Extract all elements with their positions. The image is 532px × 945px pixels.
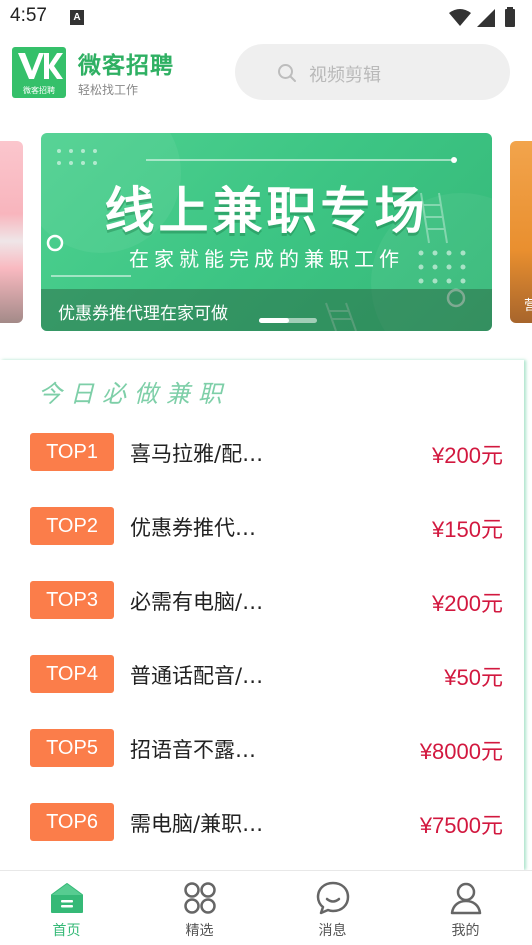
job-price: ¥150元 — [432, 517, 503, 542]
banner-prev-slide[interactable] — [0, 141, 23, 323]
job-price: ¥200元 — [432, 443, 503, 468]
grid-icon — [184, 882, 216, 914]
nav-messages[interactable]: 消息 — [266, 871, 399, 945]
job-row[interactable]: TOP4 普通话配音/… ¥50元 — [0, 642, 524, 716]
banner-title: 线上兼职专场 — [104, 182, 429, 240]
chat-icon — [316, 881, 350, 915]
app-logo: 微客招聘 — [12, 47, 66, 98]
app-screen: 4:57 A 微客招聘 微客招聘 轻松找工作 视频剪辑 线上兼职专场 在家就能完… — [0, 0, 532, 945]
next-slide-peek-text: 营 — [524, 298, 532, 314]
banner-slide[interactable]: 线上兼职专场 在家就能完成的兼职工作 优惠券推代理在家可做 — [41, 133, 492, 331]
rank-badge: TOP4 — [30, 655, 114, 693]
job-row[interactable]: TOP1 喜马拉雅/配… ¥200元 — [0, 420, 524, 494]
hot-jobs-section: 今日必做兼职 TOP1 喜马拉雅/配… ¥200元 TOP2 优惠券推代… ¥1… — [0, 360, 524, 870]
nav-home-label: 首页 — [52, 923, 81, 939]
job-title: 普通话配音/… — [130, 664, 264, 688]
battery-icon — [505, 9, 515, 27]
vk-logo-icon — [18, 53, 63, 79]
nav-home[interactable]: 首页 — [0, 871, 133, 945]
nav-featured[interactable]: 精选 — [133, 871, 266, 945]
section-title: 今日必做兼职 — [38, 380, 230, 408]
status-time: 4:57 — [10, 5, 47, 26]
job-title: 招语音不露… — [130, 738, 256, 762]
job-price: ¥200元 — [432, 591, 503, 616]
search-input[interactable]: 视频剪辑 — [235, 44, 510, 100]
job-title: 需电脑/兼职… — [130, 812, 264, 836]
job-row[interactable]: TOP6 需电脑/兼职… ¥7500元 — [0, 790, 524, 864]
app-title: 微客招聘 — [78, 53, 174, 79]
wifi-icon — [449, 9, 471, 26]
job-row[interactable]: TOP2 优惠券推代… ¥150元 — [0, 494, 524, 568]
signal-icon — [477, 9, 495, 27]
job-price: ¥7500元 — [419, 813, 503, 838]
job-title: 喜马拉雅/配… — [130, 442, 264, 466]
app-subtitle: 轻松找工作 — [78, 83, 139, 97]
banner-caption: 优惠券推代理在家可做 — [58, 304, 228, 324]
rank-badge: TOP2 — [30, 507, 114, 545]
nav-profile[interactable]: 我的 — [399, 871, 532, 945]
job-title: 必需有电脑/… — [130, 590, 264, 614]
status-icons — [449, 7, 515, 27]
search-placeholder: 视频剪辑 — [309, 65, 381, 86]
bottom-nav: 首页 精选 消息 我的 — [0, 870, 532, 945]
nav-profile-label: 我的 — [451, 923, 480, 939]
job-price: ¥50元 — [444, 665, 503, 690]
rank-badge: TOP5 — [30, 729, 114, 767]
rank-badge: TOP6 — [30, 803, 114, 841]
banner-carousel[interactable]: 线上兼职专场 在家就能完成的兼职工作 优惠券推代理在家可做 营 — [0, 133, 532, 333]
banner-subtitle: 在家就能完成的兼职工作 — [129, 247, 404, 271]
status-bar: 4:57 A — [0, 0, 532, 36]
nav-featured-label: 精选 — [185, 923, 214, 939]
logo-caption: 微客招聘 — [23, 86, 55, 95]
carousel-indicator-active — [259, 318, 289, 323]
banner-caption-bar: 优惠券推代理在家可做 — [41, 289, 492, 331]
job-price: ¥8000元 — [419, 739, 503, 764]
search-icon — [278, 64, 296, 82]
nav-messages-label: 消息 — [318, 923, 347, 939]
home-icon — [51, 883, 83, 913]
app-header: 微客招聘 微客招聘 轻松找工作 视频剪辑 — [0, 36, 532, 116]
banner-next-slide[interactable]: 营 — [510, 141, 532, 323]
rank-badge: TOP1 — [30, 433, 114, 471]
carousel-indicator — [259, 318, 317, 323]
job-row[interactable]: TOP5 招语音不露… ¥8000元 — [0, 716, 524, 790]
job-row[interactable]: TOP3 必需有电脑/… ¥200元 — [0, 568, 524, 642]
user-icon — [450, 882, 482, 915]
notification-a-icon: A — [70, 10, 84, 25]
rank-badge: TOP3 — [30, 581, 114, 619]
job-title: 优惠券推代… — [130, 516, 256, 540]
